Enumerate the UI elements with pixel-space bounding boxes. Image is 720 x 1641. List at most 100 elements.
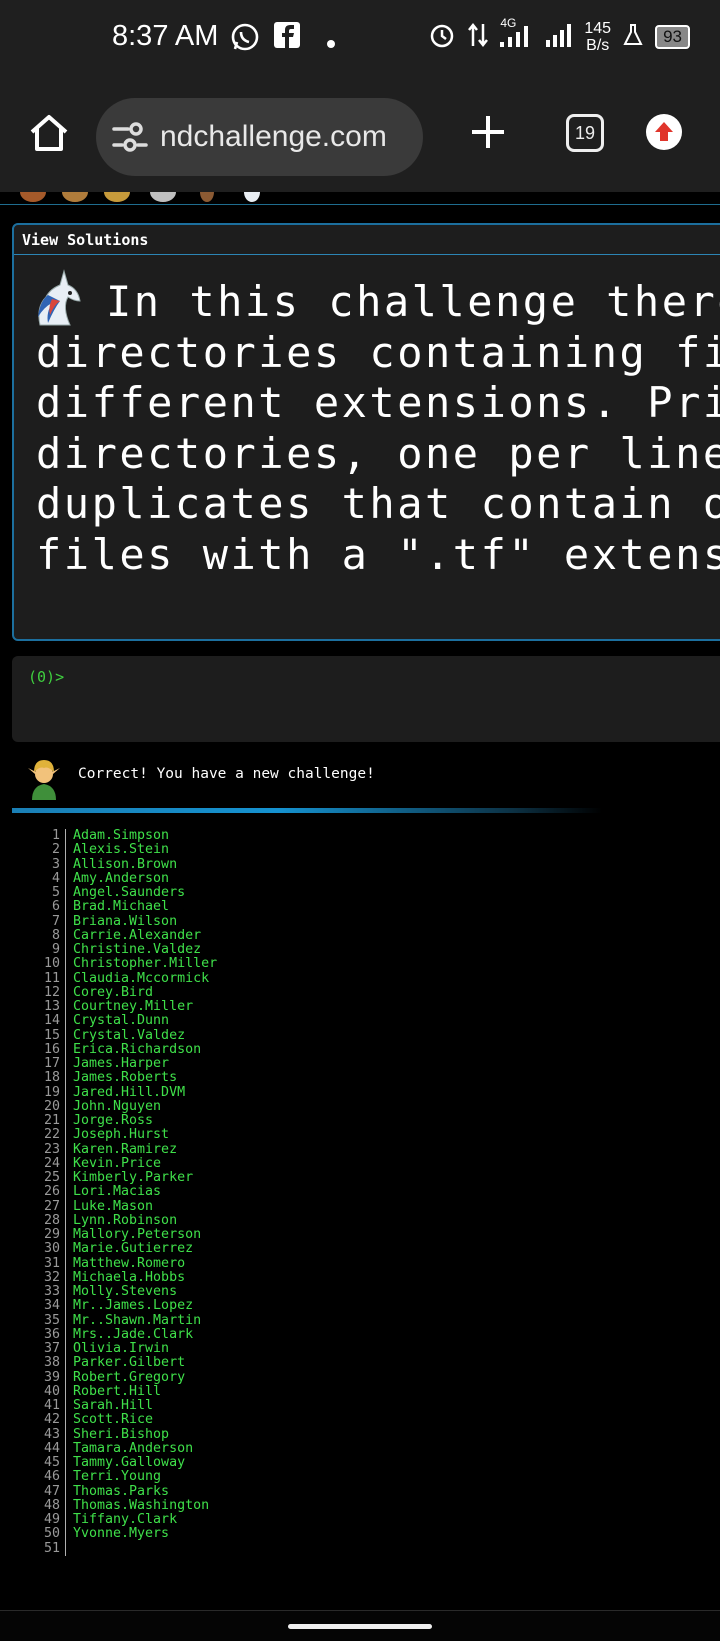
output-line: 36 Mrs..Jade.Clark [30, 1326, 217, 1342]
line-number: 33 [30, 1284, 66, 1300]
output-line: 48 Thomas.Washington [30, 1498, 217, 1513]
output-line: 39 Robert.Gregory [30, 1370, 217, 1385]
line-text: James.Harper [73, 1056, 170, 1071]
tab-switcher-button[interactable]: 19 [566, 114, 604, 152]
output-listing: 1 Adam.Simpson 2 Alexis.Stein 3 Allison.Brown… [30, 828, 217, 1556]
signal-icon-2 [546, 22, 572, 53]
lab-icon [623, 23, 643, 52]
line-text: Mallory.Peterson [73, 1227, 202, 1242]
line-number: 42 [30, 1412, 66, 1428]
line-number: 7 [30, 914, 66, 929]
output-line: 14 Crystal.Dunn [30, 1013, 217, 1029]
url-text[interactable]: ndchallenge.com [160, 120, 387, 154]
line-number: 45 [30, 1455, 66, 1471]
line-number: 15 [30, 1028, 66, 1043]
home-icon[interactable] [26, 110, 72, 156]
gesture-handle[interactable] [288, 1624, 432, 1629]
site-settings-icon[interactable] [110, 117, 150, 157]
line-number: 16 [30, 1042, 66, 1057]
avatar-icon[interactable] [20, 192, 46, 202]
line-text: Angel.Saunders [73, 885, 186, 900]
line-number: 22 [30, 1127, 66, 1143]
line-number: 46 [30, 1469, 66, 1485]
output-line: 37 Olivia.Irwin [30, 1341, 217, 1357]
address-bar[interactable]: ndchallenge.com [96, 98, 423, 176]
output-line: 28 Lynn.Robinson [30, 1213, 217, 1228]
line-number: 23 [30, 1142, 66, 1157]
line-number: 27 [30, 1199, 66, 1214]
avatar-icon[interactable] [150, 192, 176, 202]
line-text: Thomas.Parks [73, 1483, 170, 1499]
output-line: 15 Crystal.Valdez [30, 1028, 217, 1043]
line-number: 48 [30, 1498, 66, 1513]
alarm-icon [428, 21, 456, 54]
challenge-line: duplicates that contain one [36, 479, 720, 528]
facebook-icon [274, 22, 300, 52]
output-line: 40 Robert.Hill [30, 1384, 217, 1399]
line-text: Michaela.Hobbs [73, 1269, 186, 1285]
output-line: 16 Erica.Richardson [30, 1042, 217, 1057]
line-number: 6 [30, 899, 66, 915]
output-line: 50 Yvonne.Myers [30, 1526, 217, 1542]
line-text: Allison.Brown [73, 856, 178, 872]
avatar-icon[interactable] [200, 192, 214, 202]
line-number: 41 [30, 1398, 66, 1414]
line-text: Olivia.Irwin [73, 1341, 170, 1356]
challenge-line: files with a ".tf" extensio [36, 529, 720, 579]
output-line: 46 Terri.Young [30, 1469, 217, 1485]
line-number: 1 [30, 828, 66, 844]
line-text: Crystal.Dunn [73, 1013, 170, 1029]
output-line: 7 Briana.Wilson [30, 914, 217, 929]
line-text: Lori.Macias [73, 1184, 162, 1200]
view-solutions-link[interactable]: View Solutions [14, 225, 720, 255]
challenge-text: In this challenge there directories cont… [36, 277, 720, 580]
avatar-icon[interactable] [244, 192, 260, 202]
output-line: 44 Tamara.Anderson [30, 1441, 217, 1456]
update-icon[interactable] [646, 114, 682, 150]
line-text: James.Roberts [73, 1070, 178, 1086]
line-number: 51 [30, 1541, 66, 1556]
line-number: 34 [30, 1298, 66, 1314]
line-number: 25 [30, 1170, 66, 1186]
line-text: Terri.Young [73, 1469, 162, 1485]
terminal-input[interactable]: (0)> [12, 656, 720, 742]
line-number: 32 [30, 1270, 66, 1285]
output-line: 9 Christine.Valdez [30, 942, 217, 958]
signal-icon: 4G [500, 16, 534, 53]
output-line: 8 Carrie.Alexander [30, 928, 217, 943]
line-text: Tammy.Galloway [73, 1455, 186, 1470]
terminal-prompt: (0)> [28, 668, 65, 686]
line-text: Alexis.Stein [73, 842, 170, 858]
new-tab-icon[interactable] [468, 112, 508, 152]
line-number: 26 [30, 1184, 66, 1200]
challenge-line: directories, one per line w [36, 428, 720, 478]
line-number: 40 [30, 1384, 66, 1399]
line-number: 47 [30, 1484, 66, 1499]
output-line: 21 Jorge.Ross [30, 1113, 217, 1129]
output-line: 17 James.Harper [30, 1056, 217, 1072]
output-line: 51 [30, 1541, 217, 1556]
avatar-icon[interactable] [104, 192, 130, 202]
feedback-text: Correct! You have a new challenge! [78, 766, 375, 782]
elf-icon [26, 756, 62, 800]
output-line: 49 Tiffany.Clark [30, 1512, 217, 1528]
whatsapp-icon [230, 22, 260, 56]
line-text: Claudia.Mccormick [73, 970, 210, 986]
output-line: 41 Sarah.Hill [30, 1398, 217, 1414]
output-line: 42 Scott.Rice [30, 1412, 217, 1428]
avatar-icon[interactable] [62, 192, 88, 202]
line-number: 20 [30, 1099, 66, 1114]
line-number: 4 [30, 871, 66, 886]
line-number: 17 [30, 1056, 66, 1072]
line-number: 11 [30, 971, 66, 986]
line-text: Mr..James.Lopez [73, 1298, 194, 1314]
line-text: Mrs..Jade.Clark [73, 1326, 194, 1342]
output-line: 22 Joseph.Hurst [30, 1127, 217, 1143]
line-text: Christine.Valdez [73, 942, 202, 957]
status-bar: 8:37 AM 4G 145 B/s 93 [0, 0, 720, 82]
line-text: Kimberly.Parker [73, 1170, 194, 1185]
line-text: Scott.Rice [73, 1412, 154, 1428]
challenge-line: In this challenge there [106, 277, 720, 326]
output-line: 20 John.Nguyen [30, 1099, 217, 1114]
output-line: 10 Christopher.Miller [30, 956, 217, 972]
